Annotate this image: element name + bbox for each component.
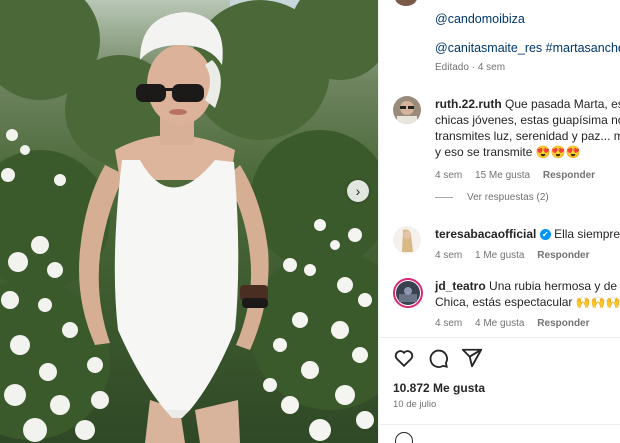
comment-username[interactable]: teresabacaofficial <box>435 227 536 241</box>
caption-mention[interactable]: @candomoibiza <box>435 12 525 26</box>
comment-time[interactable]: 4 sem <box>435 250 462 261</box>
verified-badge-icon: ✔ <box>539 229 551 241</box>
comment-time[interactable]: 4 sem <box>435 318 462 329</box>
comment-username[interactable]: ruth.22.ruth <box>435 97 502 111</box>
commenter-avatar[interactable] <box>393 96 421 124</box>
view-replies-button[interactable]: Ver respuestas (2) <box>435 192 549 203</box>
comment-likes[interactable]: 1 Me gusta <box>475 250 524 261</box>
actions-divider <box>379 337 620 338</box>
share-icon[interactable] <box>461 347 483 369</box>
avatar-image <box>393 96 421 124</box>
reply-button[interactable]: Responder <box>543 170 595 181</box>
view-replies-label: Ver respuestas (2) <box>467 192 549 203</box>
caption-hashtags[interactable]: @canitasmaite_res #martasanchez # <box>435 41 620 55</box>
comment-likes[interactable]: 4 Me gusta <box>475 318 524 329</box>
comments-panel: @candomoibiza @canitasmaite_res #martasa… <box>378 0 620 443</box>
caption-edited-info: Editado · 4 sem <box>435 62 506 73</box>
composer-divider <box>379 424 620 425</box>
comment-text-line: chicas jóvenes, estas guapísima no, <box>435 113 620 127</box>
comment-username[interactable]: jd_teatro <box>435 279 486 293</box>
comment-text-line: y eso se transmite <box>435 145 533 159</box>
photo-scene <box>0 0 378 443</box>
reply-button[interactable]: Responder <box>537 318 589 329</box>
comment-text-line: transmites luz, serenidad y paz... me <box>435 129 620 143</box>
commenter-avatar[interactable] <box>393 226 421 254</box>
post-photo[interactable]: › <box>0 0 378 443</box>
commenter-avatar-story[interactable] <box>393 278 423 308</box>
comment-likes[interactable]: 15 Me gusta <box>475 170 530 181</box>
edited-label: Editado <box>435 62 469 73</box>
post-actions <box>393 347 613 369</box>
replies-line <box>435 196 453 198</box>
comment-text-line: Que pasada Marta, es c <box>505 97 620 111</box>
post-date[interactable]: 10 de julio <box>393 399 436 410</box>
comment-emojis: 🙌🙌🙌 <box>575 295 620 309</box>
edited-time: 4 sem <box>477 62 506 73</box>
comment-emojis: 😍😍😍 <box>535 145 581 159</box>
author-avatar[interactable] <box>395 0 417 6</box>
avatar-image <box>396 281 420 305</box>
reply-button[interactable]: Responder <box>537 250 589 261</box>
heart-icon[interactable] <box>393 347 415 369</box>
comment-text-line: Chica, estás espectacular <box>435 295 573 309</box>
avatar-image <box>393 226 421 254</box>
comment-icon[interactable] <box>427 347 449 369</box>
comment-text: Ella siempre D <box>554 227 620 241</box>
comment-time[interactable]: 4 sem <box>435 170 462 181</box>
post-likes-count[interactable]: 10.872 Me gusta <box>393 381 485 395</box>
emoji-icon[interactable] <box>395 432 413 443</box>
comment-text-line: Una rubia hermosa y de b <box>489 279 620 293</box>
carousel-next-button[interactable]: › <box>347 180 369 202</box>
